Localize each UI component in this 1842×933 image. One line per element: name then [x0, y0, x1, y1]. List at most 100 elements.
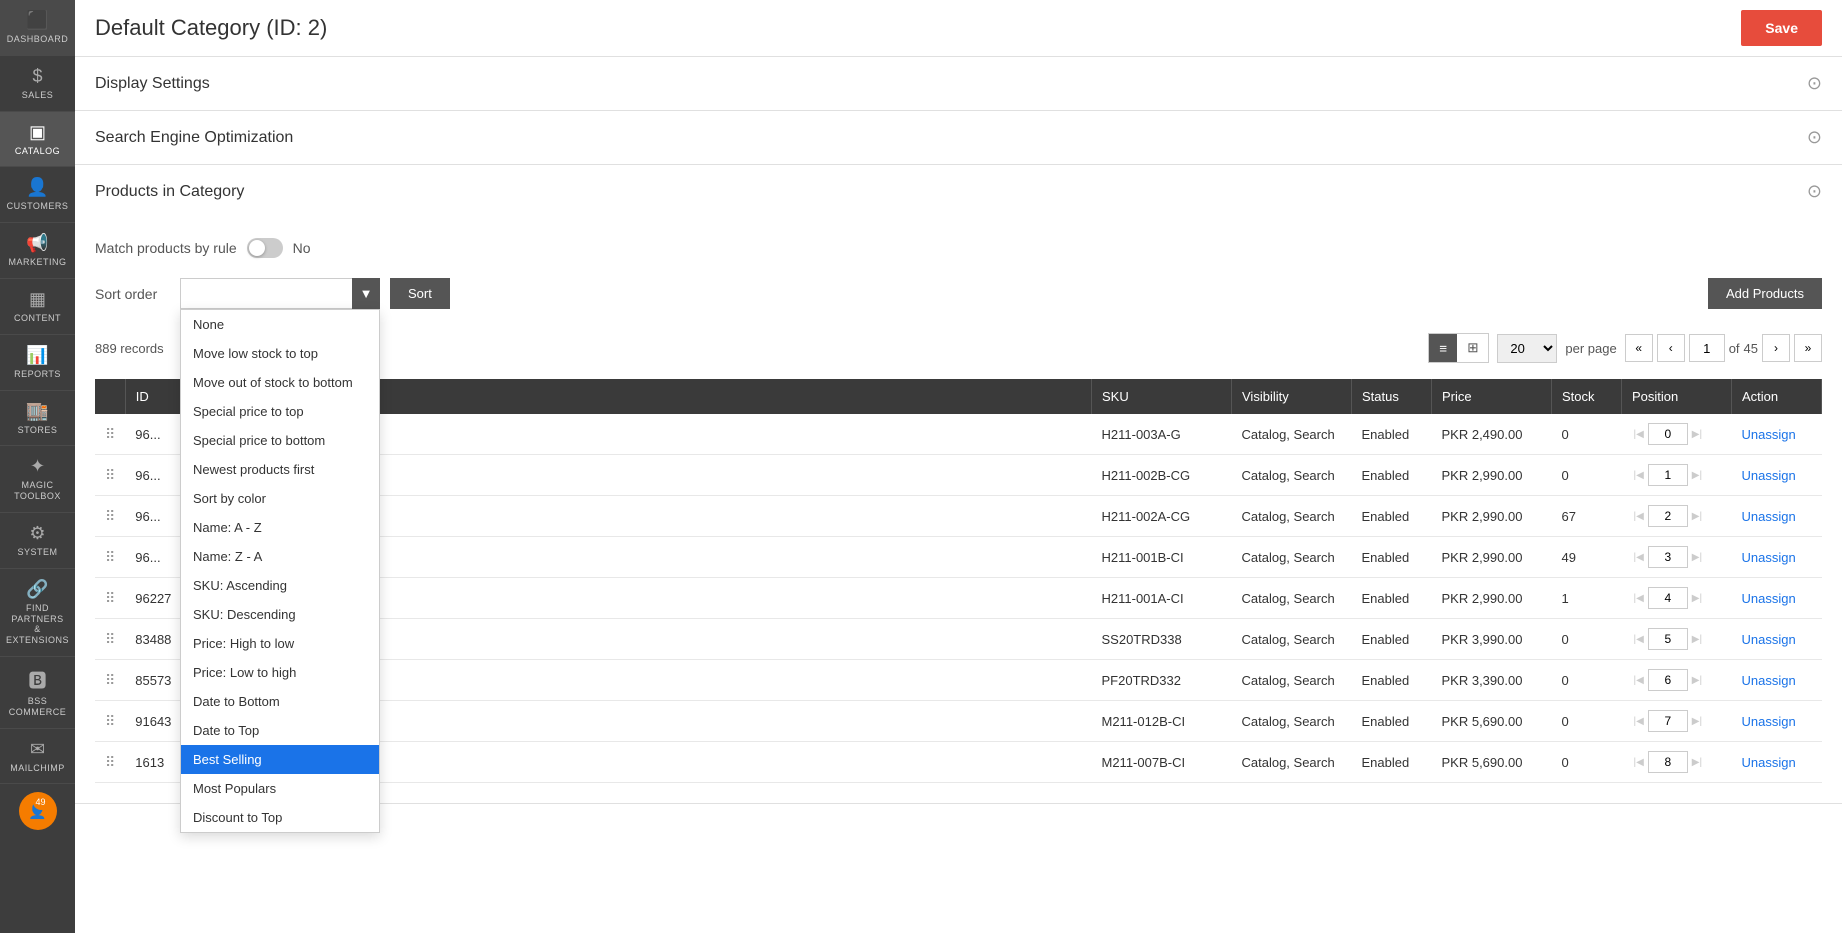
position-next-icon[interactable]: ▶| — [1690, 470, 1704, 481]
drag-handle-icon[interactable]: ⠿ — [105, 672, 115, 688]
position-next-icon[interactable]: ▶| — [1690, 429, 1704, 440]
sort-option-newest[interactable]: Newest products first — [181, 455, 379, 484]
sidebar-item-magic-toolbox[interactable]: ✦ MAGICTOOLBOX — [0, 446, 75, 513]
sort-option-name-za[interactable]: Name: Z - A — [181, 542, 379, 571]
drag-handle-icon[interactable]: ⠿ — [105, 754, 115, 770]
position-prev-icon[interactable]: |◀ — [1632, 593, 1646, 604]
user-profile-item[interactable]: 👤 49 — [0, 784, 75, 838]
sort-option-best-selling[interactable]: Best Selling — [181, 745, 379, 774]
sort-option-price-high[interactable]: Price: High to low — [181, 629, 379, 658]
unassign-link[interactable]: Unassign — [1742, 427, 1796, 442]
sort-option-price-low[interactable]: Price: Low to high — [181, 658, 379, 687]
sidebar-item-marketing[interactable]: 📢 MARKETING — [0, 223, 75, 279]
position-next-icon[interactable]: ▶| — [1690, 511, 1704, 522]
position-input[interactable] — [1648, 546, 1688, 568]
magic-toolbox-icon: ✦ — [30, 456, 45, 477]
position-next-icon[interactable]: ▶| — [1690, 757, 1704, 768]
sort-option-low-stock[interactable]: Move low stock to top — [181, 339, 379, 368]
drag-handle-icon[interactable]: ⠿ — [105, 508, 115, 524]
content-icon: ▦ — [29, 289, 46, 310]
sidebar-item-dashboard[interactable]: ⬛ DASHBOARD — [0, 0, 75, 56]
sort-option-special-top[interactable]: Special price to top — [181, 397, 379, 426]
sort-order-input[interactable]: Most Populars — [180, 278, 380, 309]
position-next-icon[interactable]: ▶| — [1690, 552, 1704, 563]
page-number-input[interactable] — [1689, 334, 1725, 362]
unassign-link[interactable]: Unassign — [1742, 632, 1796, 647]
position-next-icon[interactable]: ▶| — [1690, 716, 1704, 727]
sort-option-date-bottom[interactable]: Date to Bottom — [181, 687, 379, 716]
sidebar-item-bss-commerce[interactable]: 🅱 BSS COMMERCE — [0, 657, 75, 729]
match-rule-toggle[interactable] — [247, 238, 283, 258]
sort-option-date-top[interactable]: Date to Top — [181, 716, 379, 745]
position-input[interactable] — [1648, 710, 1688, 732]
per-page-select[interactable]: 20 50 100 200 — [1497, 334, 1557, 363]
reports-icon: 📊 — [26, 345, 48, 366]
unassign-link[interactable]: Unassign — [1742, 673, 1796, 688]
position-prev-icon[interactable]: |◀ — [1632, 716, 1646, 727]
drag-handle-icon[interactable]: ⠿ — [105, 590, 115, 606]
sort-option-most-popular[interactable]: Most Populars — [181, 774, 379, 803]
page-next-button[interactable]: › — [1762, 334, 1790, 362]
position-input[interactable] — [1648, 423, 1688, 445]
sort-option-none[interactable]: None — [181, 310, 379, 339]
unassign-link[interactable]: Unassign — [1742, 591, 1796, 606]
position-prev-icon[interactable]: |◀ — [1632, 634, 1646, 645]
products-header[interactable]: Products in Category ⊙ — [75, 165, 1842, 218]
position-input[interactable] — [1648, 464, 1688, 486]
position-input[interactable] — [1648, 751, 1688, 773]
page-last-button[interactable]: » — [1794, 334, 1822, 362]
position-input[interactable] — [1648, 628, 1688, 650]
unassign-link[interactable]: Unassign — [1742, 509, 1796, 524]
sort-button[interactable]: Sort — [390, 278, 450, 309]
position-prev-icon[interactable]: |◀ — [1632, 675, 1646, 686]
sidebar-item-stores[interactable]: 🏬 STORES — [0, 391, 75, 447]
add-products-button[interactable]: Add Products — [1708, 278, 1822, 309]
product-sku-cell: H211-003A-G — [1092, 414, 1232, 455]
list-view-button[interactable]: ≡ — [1429, 334, 1457, 362]
sort-option-discount-top[interactable]: Discount to Top — [181, 803, 379, 832]
unassign-link[interactable]: Unassign — [1742, 468, 1796, 483]
unassign-link[interactable]: Unassign — [1742, 755, 1796, 770]
sort-option-color[interactable]: Sort by color — [181, 484, 379, 513]
sidebar-item-reports[interactable]: 📊 REPORTS — [0, 335, 75, 391]
position-input[interactable] — [1648, 505, 1688, 527]
bss-commerce-icon: 🅱 — [29, 667, 47, 693]
sidebar-item-catalog[interactable]: ▣ CATALOG — [0, 112, 75, 168]
position-next-icon[interactable]: ▶| — [1690, 634, 1704, 645]
sort-option-out-of-stock[interactable]: Move out of stock to bottom — [181, 368, 379, 397]
drag-handle-icon[interactable]: ⠿ — [105, 426, 115, 442]
position-prev-icon[interactable]: |◀ — [1632, 429, 1646, 440]
sidebar-item-mailchimp[interactable]: ✉ MAILCHIMP — [0, 729, 75, 785]
sidebar-item-system[interactable]: ⚙ SYSTEM — [0, 513, 75, 569]
product-action-cell: Unassign — [1732, 701, 1822, 742]
position-prev-icon[interactable]: |◀ — [1632, 552, 1646, 563]
position-prev-icon[interactable]: |◀ — [1632, 757, 1646, 768]
drag-handle-icon[interactable]: ⠿ — [105, 631, 115, 647]
sidebar-item-find-partners[interactable]: 🔗 FIND PARTNERS& EXTENSIONS — [0, 569, 75, 657]
sort-option-special-bottom[interactable]: Special price to bottom — [181, 426, 379, 455]
page-first-button[interactable]: « — [1625, 334, 1653, 362]
display-settings-header[interactable]: Display Settings ⊙ — [75, 57, 1842, 110]
sort-option-sku-asc[interactable]: SKU: Ascending — [181, 571, 379, 600]
sort-option-sku-desc[interactable]: SKU: Descending — [181, 600, 379, 629]
sidebar-item-content[interactable]: ▦ CONTENT — [0, 279, 75, 335]
position-prev-icon[interactable]: |◀ — [1632, 470, 1646, 481]
position-input[interactable] — [1648, 669, 1688, 691]
sort-option-name-az[interactable]: Name: A - Z — [181, 513, 379, 542]
drag-handle-icon[interactable]: ⠿ — [105, 467, 115, 483]
seo-header[interactable]: Search Engine Optimization ⊙ — [75, 111, 1842, 164]
drag-handle-icon[interactable]: ⠿ — [105, 713, 115, 729]
unassign-link[interactable]: Unassign — [1742, 714, 1796, 729]
unassign-link[interactable]: Unassign — [1742, 550, 1796, 565]
page-prev-button[interactable]: ‹ — [1657, 334, 1685, 362]
sidebar-item-customers[interactable]: 👤 CUSTOMERS — [0, 167, 75, 223]
col-drag-header — [95, 379, 125, 414]
save-button[interactable]: Save — [1741, 10, 1822, 46]
position-input[interactable] — [1648, 587, 1688, 609]
grid-view-button[interactable]: ⊞ — [1457, 334, 1488, 362]
position-next-icon[interactable]: ▶| — [1690, 593, 1704, 604]
position-next-icon[interactable]: ▶| — [1690, 675, 1704, 686]
position-prev-icon[interactable]: |◀ — [1632, 511, 1646, 522]
sidebar-item-sales[interactable]: $ SALES — [0, 56, 75, 112]
drag-handle-icon[interactable]: ⠿ — [105, 549, 115, 565]
